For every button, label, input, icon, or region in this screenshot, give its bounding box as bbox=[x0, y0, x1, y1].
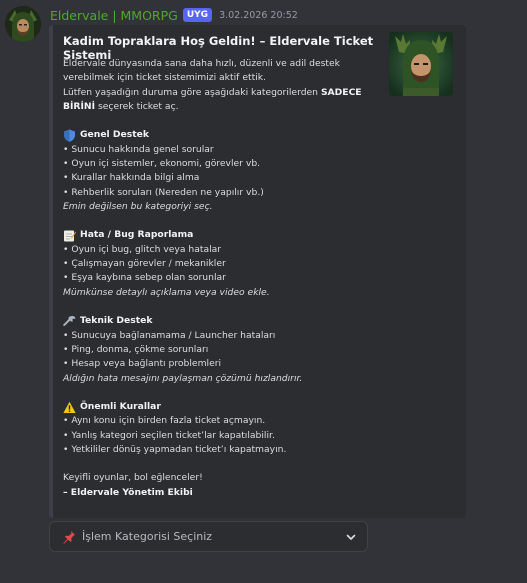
list-item: • Rehberlik soruları (Nereden ne yapılır… bbox=[63, 186, 264, 198]
category-select-menu[interactable]: İşlem Kategorisi Seçiniz bbox=[49, 521, 368, 552]
pushpin-icon bbox=[62, 530, 76, 544]
list-item: • Eşya kaybına sebep olan sorunlar bbox=[63, 272, 226, 284]
intro-line-1: Eldervale dünyasında sana daha hızlı, dü… bbox=[63, 58, 340, 69]
intro-line-2: verebilmek için ticket sistemimizi aktif… bbox=[63, 72, 266, 84]
username[interactable]: Eldervale | MMORPG bbox=[50, 8, 178, 23]
section-teknik-title: Teknik Destek bbox=[63, 314, 393, 328]
list-item: • Çalışmayan görevler / mekanikler bbox=[63, 258, 226, 270]
section-bug-title: Hata / Bug Raporlama bbox=[63, 228, 393, 242]
section-kurallar-title: Önemli Kurallar bbox=[63, 400, 393, 414]
section-title: Hata / Bug Raporlama bbox=[80, 229, 194, 241]
timestamp: 3.02.2026 20:52 bbox=[219, 9, 298, 21]
list-item: • Sunucuya bağlanamama / Launcher hatala… bbox=[63, 329, 276, 341]
list-item: • Kurallar hakkında bilgi alma bbox=[63, 172, 200, 184]
embed: Kadim Topraklara Hoş Geldin! – Eldervale… bbox=[49, 25, 466, 518]
chevron-down-icon bbox=[345, 531, 357, 543]
signature: – Eldervale Yönetim Ekibi bbox=[63, 486, 193, 498]
section-note: Mümkünse detaylı açıklama veya video ekl… bbox=[63, 286, 270, 298]
section-title: Genel Destek bbox=[80, 129, 149, 141]
memo-icon bbox=[63, 229, 76, 242]
bot-avatar[interactable] bbox=[5, 6, 41, 42]
embed-thumbnail[interactable] bbox=[389, 32, 453, 96]
list-item: • Yetkililer dönüş yapmadan ticket’ı kap… bbox=[63, 443, 287, 455]
wrench-icon bbox=[63, 315, 76, 328]
select-placeholder: İşlem Kategorisi Seçiniz bbox=[82, 530, 213, 543]
message-header: Eldervale | MMORPG UYG 3.02.2026 20:52 bbox=[50, 7, 298, 23]
shield-icon bbox=[63, 129, 76, 142]
instruction-line-1: Lütfen yaşadığın duruma göre aşağıdaki k… bbox=[63, 86, 393, 100]
list-item: • Oyun içi bug, glitch veya hatalar bbox=[63, 243, 222, 255]
instruction-bold-sadece: SADECE bbox=[320, 86, 362, 98]
section-title: Teknik Destek bbox=[80, 315, 153, 327]
instruction-suffix: seçerek ticket aç. bbox=[95, 101, 179, 113]
section-note: Aldığın hata mesajını paylaşman çözümü h… bbox=[63, 372, 303, 384]
list-item: • Hesap veya bağlantı problemleri bbox=[63, 358, 222, 370]
section-note: Emin değilsen bu kategoriyi seç. bbox=[63, 201, 213, 213]
instruction-bold-birini: BİRİNİ bbox=[63, 101, 96, 113]
list-item: • Oyun içi sistemler, ekonomi, görevler … bbox=[63, 158, 261, 170]
list-item: • Aynı konu için birden fazla ticket açm… bbox=[63, 415, 266, 427]
list-item: • Yanlış kategori seçilen ticket’lar kap… bbox=[63, 429, 275, 441]
embed-description: Eldervale dünyasında sana daha hızlı, dü… bbox=[63, 57, 393, 500]
list-item: • Ping, donma, çökme sorunları bbox=[63, 343, 209, 355]
instruction-prefix: Lütfen yaşadığın duruma göre aşağıdaki k… bbox=[63, 86, 321, 98]
warning-icon bbox=[63, 401, 76, 414]
section-genel-destek-title: Genel Destek bbox=[63, 128, 393, 142]
list-item: • Sunucu hakkında genel sorular bbox=[63, 143, 214, 155]
closing-text: Keyifli oyunlar, bol eğlenceler! bbox=[63, 472, 203, 484]
chat-message: Eldervale | MMORPG UYG 3.02.2026 20:52 K… bbox=[0, 0, 527, 583]
instruction-line-2: BİRİNİ seçerek ticket aç. bbox=[63, 100, 393, 114]
section-title: Önemli Kurallar bbox=[80, 400, 161, 412]
app-badge: UYG bbox=[182, 8, 213, 22]
